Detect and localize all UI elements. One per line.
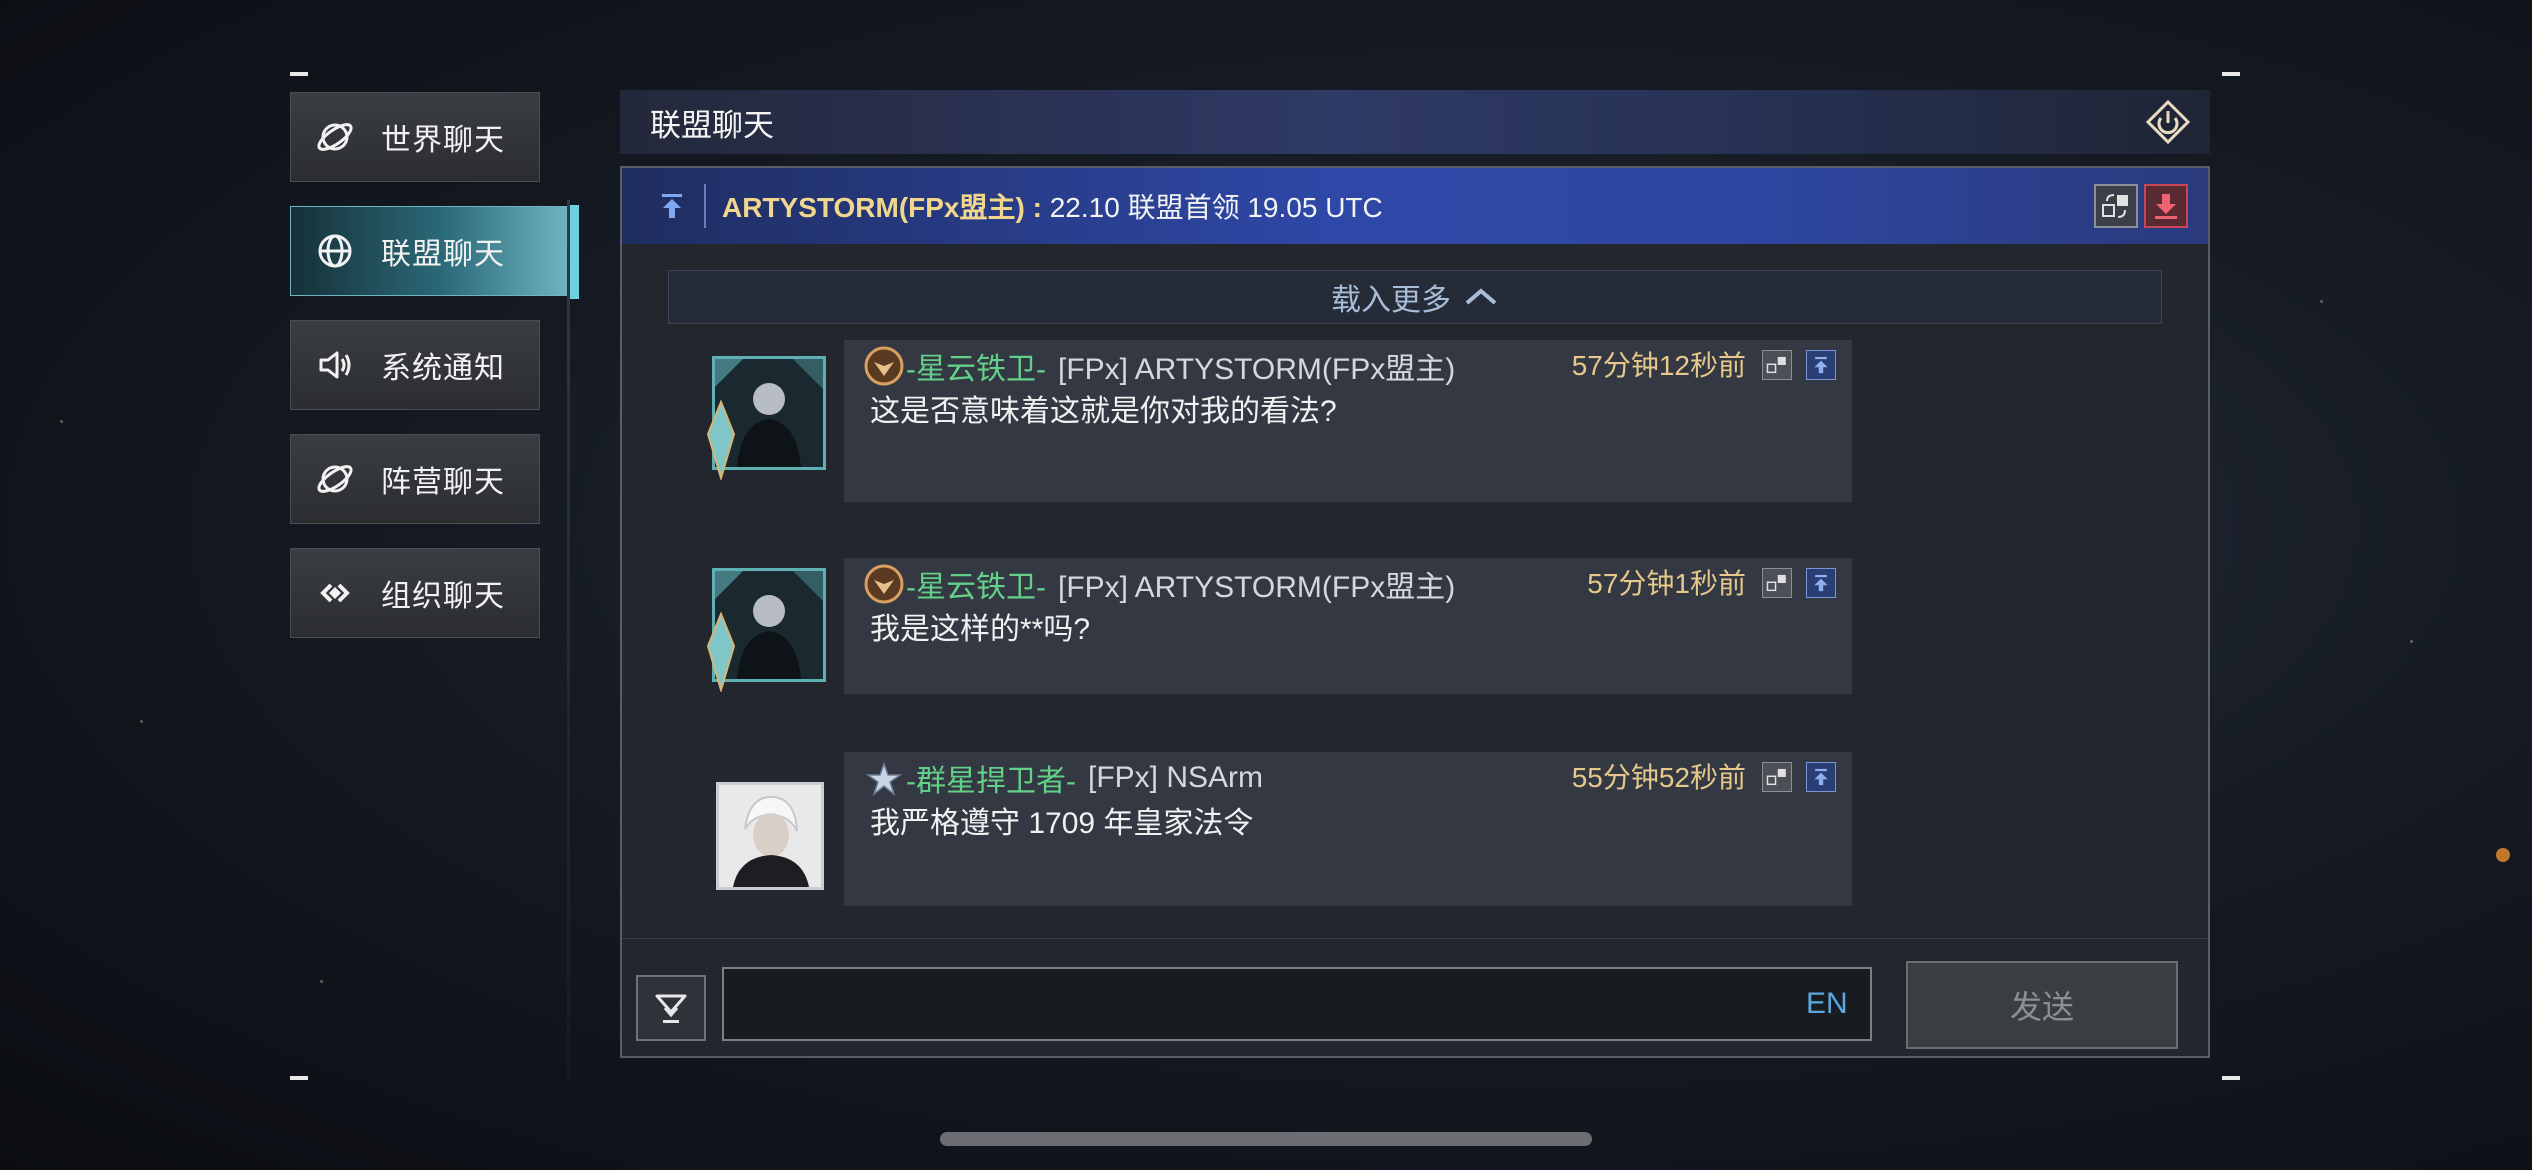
- message-text: 我严格遵守 1709 年皇家法令: [870, 807, 1254, 840]
- sidebar-item-label: 联盟聊天: [381, 238, 505, 271]
- translate-icon: [2102, 194, 2128, 218]
- background-star: [140, 720, 143, 723]
- message-bubble: -星云铁卫- [FPx] ARTYSTORM(FPx盟主) 57分钟1秒前 我是…: [844, 558, 1852, 694]
- sender-title: -群星捍卫者-: [906, 765, 1076, 798]
- frame-corner-marker: [290, 72, 308, 76]
- sidebar-item-world-chat[interactable]: 世界聊天: [290, 92, 540, 182]
- sender-title: -星云铁卫-: [906, 353, 1046, 386]
- message-bubble: -群星捍卫者- [FPx] NSArm 55分钟52秒前 我严格遵守 1709 …: [844, 752, 1852, 906]
- message-header: -星云铁卫- [FPx] ARTYSTORM(FPx盟主): [864, 344, 1455, 388]
- sender-name[interactable]: [FPx] NSArm: [1088, 761, 1263, 795]
- sender-name[interactable]: [FPx] ARTYSTORM(FPx盟主): [1058, 562, 1455, 606]
- emoji-toggle-button[interactable]: [636, 975, 706, 1041]
- pinned-divider: [704, 184, 706, 228]
- pin-top-icon: [662, 194, 682, 218]
- background-star: [2410, 640, 2413, 643]
- sidebar-divider: [567, 200, 570, 1080]
- pinned-author: ARTYSTORM(FPx盟主) :: [722, 192, 1042, 223]
- chevron-up-icon: [1465, 288, 1497, 305]
- frame-ornament-icon: [706, 400, 736, 480]
- sidebar-item-label: 组织聊天: [381, 580, 505, 613]
- panel-header: 联盟聊天: [620, 90, 2210, 154]
- power-icon: [2145, 99, 2191, 145]
- link-icon: [315, 573, 355, 613]
- message-text: 这是否意味着这就是你对我的看法?: [870, 395, 1337, 428]
- background-star: [2320, 300, 2323, 303]
- chevron-down-icon: [655, 994, 687, 1023]
- sidebar-item-alliance-chat[interactable]: 联盟聊天: [290, 205, 579, 299]
- pin-message-button[interactable]: [1806, 350, 1836, 380]
- sidebar-item-label: 系统通知: [381, 352, 505, 385]
- load-more-label: 载入更多: [1331, 284, 1451, 317]
- message-header: -星云铁卫- [FPx] ARTYSTORM(FPx盟主): [864, 562, 1455, 606]
- rank-badge-icon: [864, 346, 904, 386]
- unpin-button[interactable]: [2144, 184, 2188, 228]
- pin-top-icon: [1814, 574, 1828, 592]
- globe-icon: [315, 231, 355, 271]
- frame-corner-marker: [2222, 1076, 2240, 1080]
- home-indicator[interactable]: [940, 1132, 1592, 1146]
- page-title: 联盟聊天: [650, 107, 774, 143]
- close-button[interactable]: [2144, 98, 2192, 146]
- pin-top-icon: [1814, 356, 1828, 374]
- chat-input-row: EN 发送: [622, 938, 2208, 1059]
- pin-message-button[interactable]: [1806, 762, 1836, 792]
- chat-panel: ARTYSTORM(FPx盟主) : 22.10 联盟首领 19.05 UTC …: [620, 166, 2210, 1058]
- translate-icon: [1766, 574, 1786, 592]
- background-star: [320, 980, 323, 983]
- message-timestamp: 57分钟12秒前: [1571, 350, 1746, 381]
- chat-channel-sidebar: 世界聊天 联盟聊天 系统通知 阵营聊天 组织聊天: [290, 92, 579, 662]
- download-icon: [2155, 194, 2177, 219]
- language-toggle[interactable]: EN: [1806, 987, 1848, 1021]
- translate-icon: [1766, 768, 1786, 786]
- chat-message-input[interactable]: [722, 967, 1872, 1041]
- translate-button[interactable]: [1762, 762, 1792, 792]
- pinned-content: 22.10 联盟首领 19.05 UTC: [1041, 192, 1383, 223]
- message-header: -群星捍卫者- [FPx] NSArm: [864, 756, 1263, 800]
- sidebar-item-label: 世界聊天: [381, 124, 505, 157]
- translate-button[interactable]: [1762, 568, 1792, 598]
- translate-button[interactable]: [2094, 184, 2138, 228]
- translate-button[interactable]: [1762, 350, 1792, 380]
- sidebar-item-organization-chat[interactable]: 组织聊天: [290, 548, 540, 638]
- sender-title: -星云铁卫-: [906, 571, 1046, 604]
- frame-ornament-icon: [706, 612, 736, 692]
- message-bubble: -星云铁卫- [FPx] ARTYSTORM(FPx盟主) 57分钟12秒前 这…: [844, 340, 1852, 502]
- pin-message-button[interactable]: [1806, 568, 1836, 598]
- translate-icon: [1766, 356, 1786, 374]
- message-timestamp: 57分钟1秒前: [1587, 568, 1746, 599]
- notification-dot: [2496, 848, 2510, 862]
- sidebar-item-label: 阵营聊天: [381, 466, 505, 499]
- message-timestamp: 55分钟52秒前: [1571, 762, 1746, 793]
- frame-corner-marker: [290, 1076, 308, 1080]
- background-star: [60, 420, 63, 423]
- message-text: 我是这样的**吗?: [870, 613, 1091, 646]
- sidebar-item-system-notice[interactable]: 系统通知: [290, 320, 540, 410]
- planet-icon: [315, 459, 355, 499]
- frame-corner-marker: [2222, 72, 2240, 76]
- send-button[interactable]: 发送: [1906, 961, 2178, 1049]
- sidebar-item-faction-chat[interactable]: 阵营聊天: [290, 434, 540, 524]
- load-more-button[interactable]: 载入更多: [668, 270, 2162, 324]
- pin-top-icon: [1814, 768, 1828, 786]
- sender-name[interactable]: [FPx] ARTYSTORM(FPx盟主): [1058, 344, 1455, 388]
- speaker-icon: [315, 345, 355, 385]
- pinned-message-text: ARTYSTORM(FPx盟主) : 22.10 联盟首领 19.05 UTC: [722, 186, 1383, 226]
- avatar[interactable]: [716, 782, 824, 890]
- pinned-message-bar[interactable]: ARTYSTORM(FPx盟主) : 22.10 联盟首领 19.05 UTC: [622, 168, 2208, 244]
- star-wings-badge-icon: [865, 761, 903, 797]
- planet-icon: [315, 117, 355, 157]
- rank-badge-icon: [864, 564, 904, 604]
